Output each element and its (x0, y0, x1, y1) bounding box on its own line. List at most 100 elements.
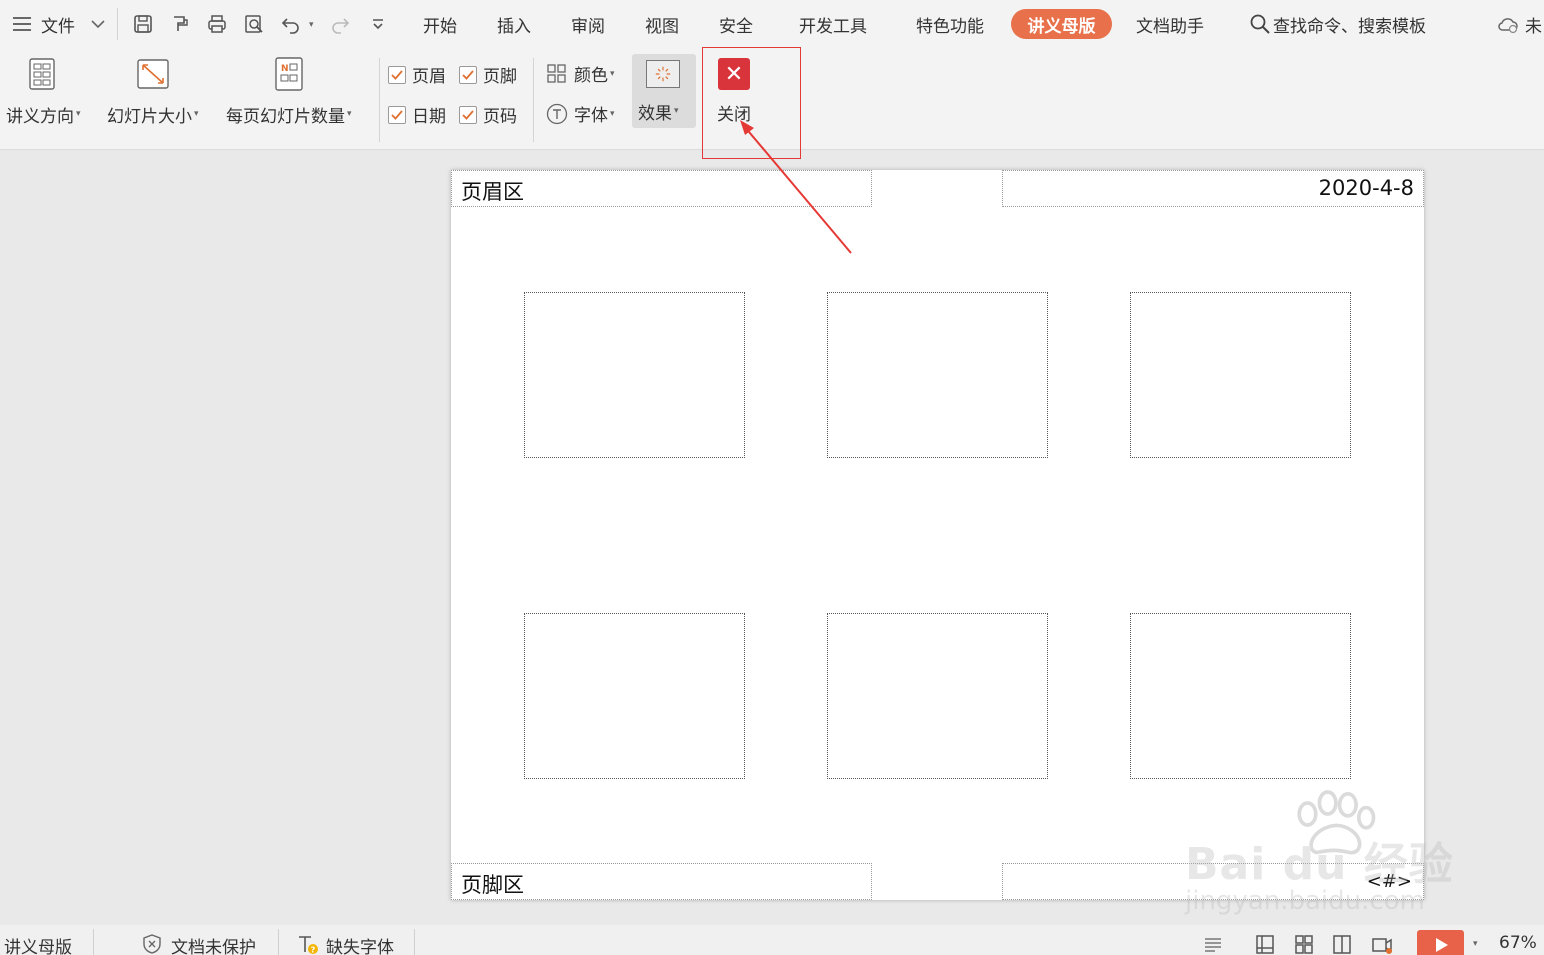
missing-font-icon: ? (296, 932, 320, 955)
font-label: 字体 (574, 106, 608, 126)
slide-slot-5[interactable] (827, 613, 1048, 779)
play-slideshow-button[interactable] (1417, 930, 1464, 955)
annotation-highlight-box (702, 47, 801, 159)
handout-orientation-icon (25, 56, 61, 92)
tab-insert[interactable]: 插入 (497, 12, 531, 37)
customize-toolbar-icon[interactable] (366, 12, 390, 36)
header-text: 页眉区 (461, 180, 524, 204)
date-placeholder[interactable]: 2020-4-8 (1002, 170, 1424, 207)
file-menu[interactable]: 文件 (41, 12, 75, 37)
dropdown-caret-icon: ▾ (610, 108, 615, 119)
effects-label: 效果 (638, 104, 672, 124)
dropdown-caret-icon: ▾ (76, 109, 81, 119)
tab-view[interactable]: 视图 (645, 12, 679, 37)
tab-review[interactable]: 审阅 (571, 12, 605, 37)
effects-button[interactable]: 效果 ▾ (632, 54, 696, 128)
date-text: 2020-4-8 (1318, 176, 1414, 200)
handout-orientation-button[interactable]: 讲义方向 ▾ (6, 56, 81, 127)
date-checkbox[interactable]: 日期 (388, 102, 446, 127)
tab-document-assistant[interactable]: 文档助手 (1136, 12, 1204, 37)
checkmark-icon (388, 65, 406, 84)
date-checkbox-label: 日期 (412, 107, 446, 127)
shield-x-icon (140, 932, 164, 955)
svg-text:N: N (281, 64, 289, 74)
slide-size-label: 幻灯片大小 (107, 107, 192, 127)
print-icon[interactable] (205, 12, 229, 36)
effects-icon (646, 60, 680, 88)
tab-security[interactable]: 安全 (719, 12, 753, 37)
checkmark-icon (459, 105, 477, 124)
search-icon[interactable] (1248, 12, 1272, 36)
slide-slot-6[interactable] (1130, 613, 1351, 779)
dropdown-caret-icon: ▾ (674, 106, 679, 116)
undo-icon[interactable] (279, 12, 303, 36)
footer-placeholder[interactable]: 页脚区 (451, 863, 872, 900)
dropdown-caret-icon: ▾ (347, 109, 352, 119)
redo-icon[interactable] (328, 12, 352, 36)
status-bar: 讲义母版 文档未保护 ? 缺失字体 ▾ 67% (0, 925, 1544, 955)
slide-slot-2[interactable] (827, 292, 1048, 458)
page-number-checkbox-label: 页码 (483, 107, 517, 127)
checkmark-icon (459, 65, 477, 84)
header-placeholder[interactable]: 页眉区 (451, 170, 872, 207)
tab-special-features[interactable]: 特色功能 (916, 12, 984, 37)
normal-view-icon[interactable] (1253, 932, 1277, 955)
slides-per-page-button[interactable]: N 每页幻灯片数量 ▾ (226, 56, 352, 127)
format-painter-icon[interactable] (168, 12, 192, 36)
handout-orientation-label: 讲义方向 (6, 107, 74, 127)
slides-per-page-label: 每页幻灯片数量 (226, 107, 345, 127)
play-icon (1435, 938, 1448, 952)
divider (379, 58, 380, 142)
color-button[interactable]: 颜色 ▾ (546, 61, 615, 86)
missing-font-button[interactable]: 缺失字体 (326, 933, 394, 955)
svg-text:?: ? (311, 946, 316, 955)
checkmark-icon (388, 105, 406, 124)
divider (278, 929, 279, 955)
color-label: 颜色 (574, 66, 608, 86)
slide-size-button[interactable]: 幻灯片大小 ▾ (107, 56, 199, 127)
dropdown-caret-icon: ▾ (194, 109, 199, 119)
undo-dropdown-icon[interactable]: ▾ (309, 20, 314, 30)
slide-slot-1[interactable] (524, 292, 745, 458)
font-button[interactable]: 字体 ▾ (546, 101, 615, 126)
search-input[interactable]: 查找命令、搜索模板 (1273, 12, 1426, 37)
page-number-checkbox[interactable]: 页码 (459, 102, 517, 127)
footer-checkbox-label: 页脚 (483, 67, 517, 87)
chevron-down-icon[interactable] (86, 12, 110, 36)
dropdown-caret-icon: ▾ (610, 68, 615, 79)
tab-handout-master[interactable]: 讲义母版 (1011, 9, 1112, 39)
tab-home[interactable]: 开始 (423, 12, 457, 37)
divider (117, 8, 118, 40)
menu-bar: 文件 ▾ 开始 插入 审阅 视图 安全 开发工具 特色功能 讲义母版 文档助手 … (0, 0, 1544, 48)
slide-slot-4[interactable] (524, 613, 745, 779)
divider (414, 929, 415, 955)
header-checkbox[interactable]: 页眉 (388, 62, 446, 87)
hamburger-menu-icon[interactable] (10, 12, 34, 36)
cloud-status-label[interactable]: 未 (1525, 12, 1542, 37)
cloud-sync-icon[interactable] (1496, 12, 1520, 36)
header-checkbox-label: 页眉 (412, 67, 446, 87)
view-mode-label[interactable]: 讲义母版 (4, 933, 72, 955)
slide-size-icon (135, 56, 171, 92)
slide-sorter-icon[interactable] (1292, 932, 1316, 955)
baidu-jingyan-watermark: Bai du 经验 jingyan.baidu.com (1180, 790, 1470, 920)
slide-slot-3[interactable] (1130, 292, 1351, 458)
divider (93, 929, 94, 955)
presenter-tools-icon[interactable] (1370, 932, 1394, 955)
document-protection-status[interactable]: 文档未保护 (171, 933, 256, 955)
font-icon (546, 103, 568, 125)
footer-checkbox[interactable]: 页脚 (459, 62, 517, 87)
watermark-url: jingyan.baidu.com (1185, 886, 1425, 916)
print-preview-icon[interactable] (242, 12, 266, 36)
color-grid-icon (546, 63, 568, 85)
zoom-level[interactable]: 67% (1499, 933, 1537, 953)
slides-per-page-icon: N (271, 56, 307, 92)
save-icon[interactable] (131, 12, 155, 36)
tab-developer-tools[interactable]: 开发工具 (799, 12, 867, 37)
play-options-dropdown-icon[interactable]: ▾ (1473, 939, 1478, 949)
footer-text: 页脚区 (461, 873, 524, 897)
reading-view-icon[interactable] (1330, 932, 1354, 955)
notes-toggle-icon[interactable] (1202, 932, 1226, 955)
divider (533, 58, 534, 142)
watermark-brand: Bai du 经验 (1185, 839, 1454, 890)
